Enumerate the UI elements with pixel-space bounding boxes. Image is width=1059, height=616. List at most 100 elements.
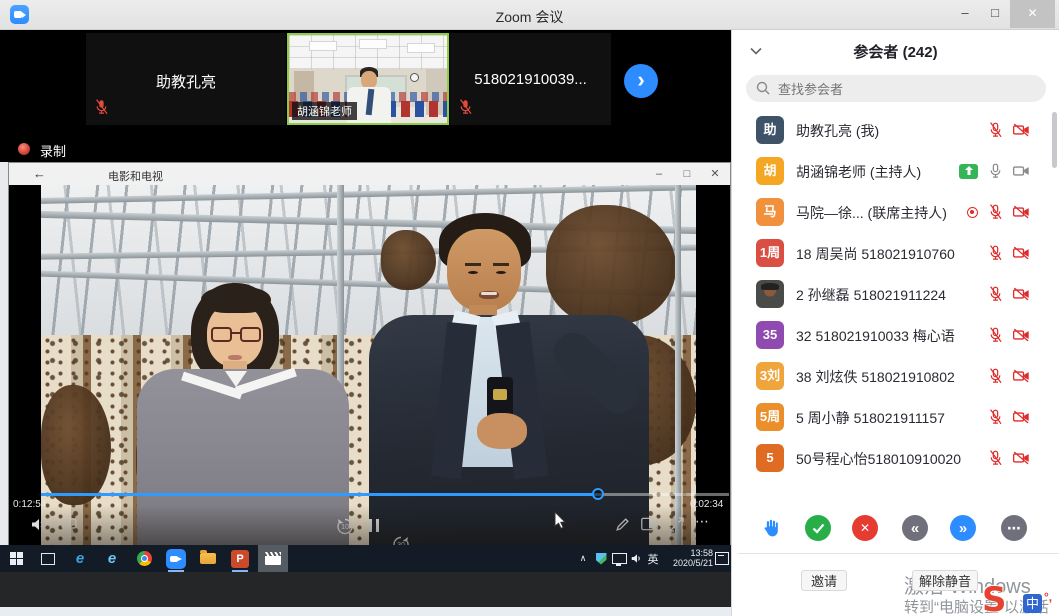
- participant-name: 32 518021910033 梅心语: [796, 326, 955, 346]
- video-tile-active-speaker[interactable]: 胡涵锦老师: [287, 33, 449, 125]
- maximize-button[interactable]: □: [674, 167, 700, 183]
- window-title: Zoom 会议: [0, 7, 1059, 27]
- video-tile-3[interactable]: 518021910039...: [450, 33, 611, 125]
- minimize-button[interactable]: –: [646, 167, 672, 183]
- participant-row[interactable]: 胡 胡涵锦老师 (主持人): [732, 151, 1059, 192]
- close-button[interactable]: ✕: [702, 167, 728, 183]
- participant-tile-name: 518021910039...: [450, 71, 611, 88]
- mic-muted-icon: [988, 286, 1003, 302]
- seek-bar-handle[interactable]: [592, 488, 604, 500]
- participant-row[interactable]: 助 助教孔亮 (我): [732, 110, 1059, 151]
- participant-name: 18 周吴尚 518021910760: [796, 244, 955, 264]
- go-slower-button[interactable]: «: [902, 515, 928, 541]
- network-icon[interactable]: [611, 545, 627, 572]
- powerpoint-icon[interactable]: P: [226, 545, 254, 572]
- participant-status-icons: [988, 245, 1030, 261]
- participant-row[interactable]: 3刘 38 刘炫佚 518021910802: [732, 356, 1059, 397]
- camera-muted-icon: [1013, 205, 1030, 219]
- participants-list: 助 助教孔亮 (我) 胡 胡涵锦老师 (主持人) 马 马院—徐... (联席主: [732, 110, 1059, 479]
- screen-share-icon: [959, 164, 978, 179]
- close-button[interactable]: ✕: [1010, 0, 1055, 28]
- minimize-button[interactable]: –: [950, 0, 980, 28]
- participant-row[interactable]: 1周 18 周吴尚 518021910760: [732, 233, 1059, 274]
- windows-taskbar: e e P ∧ 英 13:58 2020/5/21: [0, 545, 731, 572]
- seek-bar-fill: [41, 493, 598, 496]
- movies-tv-taskbar-icon[interactable]: [258, 545, 288, 572]
- participant-avatar: 1周: [756, 239, 784, 267]
- camera-muted-icon: [1013, 369, 1030, 383]
- recording-dot-icon: [18, 143, 30, 155]
- participant-status-icons: [988, 122, 1030, 138]
- bottom-light-strip: [0, 607, 731, 616]
- lower-dark-strip: [0, 572, 731, 607]
- chrome-icon[interactable]: [130, 545, 158, 572]
- more-reactions-button[interactable]: ⋯: [1001, 515, 1027, 541]
- search-participants-box[interactable]: [746, 75, 1046, 102]
- file-explorer-icon[interactable]: [194, 545, 222, 572]
- participant-avatar: 胡: [756, 157, 784, 185]
- footer-divider: [738, 553, 1059, 554]
- participant-avatar: 马: [756, 198, 784, 226]
- participant-name: 38 刘炫佚 518021910802: [796, 367, 955, 387]
- meeting-main-area: 助教孔亮 胡涵锦老师: [0, 30, 731, 616]
- panel-scrollbar[interactable]: [1052, 112, 1057, 168]
- unmute-button[interactable]: 解除静音: [912, 570, 978, 591]
- back-button[interactable]: ←: [33, 166, 46, 181]
- zoom-taskbar-icon[interactable]: [162, 545, 190, 572]
- participant-status-icons: [988, 368, 1030, 384]
- next-participants-page-button[interactable]: ›: [624, 64, 658, 98]
- participant-row[interactable]: 35 32 518021910033 梅心语: [732, 315, 1059, 356]
- edge-icon[interactable]: e: [66, 545, 94, 572]
- participant-row[interactable]: 5 50号程心怡518010910020: [732, 438, 1059, 479]
- mic-muted-icon: [988, 327, 1003, 343]
- participant-avatar: 3刘: [756, 362, 784, 390]
- sogou-ime-icon[interactable]: S: [982, 580, 1007, 616]
- more-options-button[interactable]: ⋯: [695, 513, 710, 533]
- movies-tv-window: ← 电影和电视 – □ ✕: [8, 162, 731, 545]
- invite-button[interactable]: 邀请: [801, 570, 847, 591]
- taskbar-clock[interactable]: 13:58 2020/5/21: [657, 548, 713, 568]
- camera-muted-icon: [1013, 328, 1030, 342]
- start-button[interactable]: [2, 545, 30, 572]
- ime-chinese-badge[interactable]: 中: [1023, 594, 1042, 613]
- participant-status-icons: [967, 204, 1030, 220]
- mic-muted-icon: [94, 99, 109, 120]
- camera-muted-icon: [1013, 451, 1030, 465]
- participant-avatar: 5周: [756, 403, 784, 431]
- participant-row[interactable]: 5周 5 周小静 518021911157: [732, 397, 1059, 438]
- ime-punctuation-icon: °,: [1044, 590, 1052, 604]
- participant-row[interactable]: 马 马院—徐... (联席主持人): [732, 192, 1059, 233]
- mic-muted-icon: [988, 204, 1003, 220]
- video-viewport[interactable]: 0:12:54 0:02:34 10 30: [9, 185, 730, 545]
- participant-row[interactable]: 2 孙继磊 518021911224: [732, 274, 1059, 315]
- participant-name: 胡涵锦老师 (主持人): [796, 162, 921, 182]
- participants-panel: 参会者 (242) 助 助教孔亮 (我) 胡 胡涵锦老师 (主持人): [731, 30, 1059, 616]
- yes-button[interactable]: [805, 515, 831, 541]
- raise-hand-button[interactable]: [758, 515, 784, 541]
- participant-name: 5 周小静 518021911157: [796, 408, 945, 428]
- camera-muted-icon: [1013, 410, 1030, 424]
- maximize-button[interactable]: □: [980, 0, 1010, 28]
- camera-muted-icon: [1013, 287, 1030, 301]
- no-button[interactable]: ✕: [852, 515, 878, 541]
- mic-muted-icon: [988, 368, 1003, 384]
- participant-status-icons: [988, 286, 1030, 302]
- go-faster-button[interactable]: »: [950, 515, 976, 541]
- movies-tv-titlebar: ← 电影和电视 – □ ✕: [9, 163, 730, 185]
- internet-explorer-icon[interactable]: e: [98, 545, 126, 572]
- participant-status-icons: [988, 450, 1030, 466]
- camera-on-icon: [1013, 164, 1030, 178]
- participant-status-icons: [959, 163, 1030, 179]
- participant-name: 2 孙继磊 518021911224: [796, 285, 946, 305]
- volume-tray-icon[interactable]: [629, 545, 645, 572]
- video-tile-1[interactable]: 助教孔亮: [86, 33, 286, 125]
- desktop: Zoom 会议 – □ ✕ 助教孔亮: [0, 0, 1059, 616]
- participant-name: 马院—徐... (联席主持人): [796, 203, 947, 223]
- search-icon: [756, 81, 770, 95]
- security-shield-icon[interactable]: [593, 545, 609, 572]
- mic-muted-icon: [988, 409, 1003, 425]
- action-center-icon[interactable]: [713, 545, 731, 572]
- tray-chevron-icon[interactable]: ∧: [575, 545, 591, 572]
- task-view-button[interactable]: [34, 545, 62, 572]
- search-input[interactable]: [776, 78, 1030, 100]
